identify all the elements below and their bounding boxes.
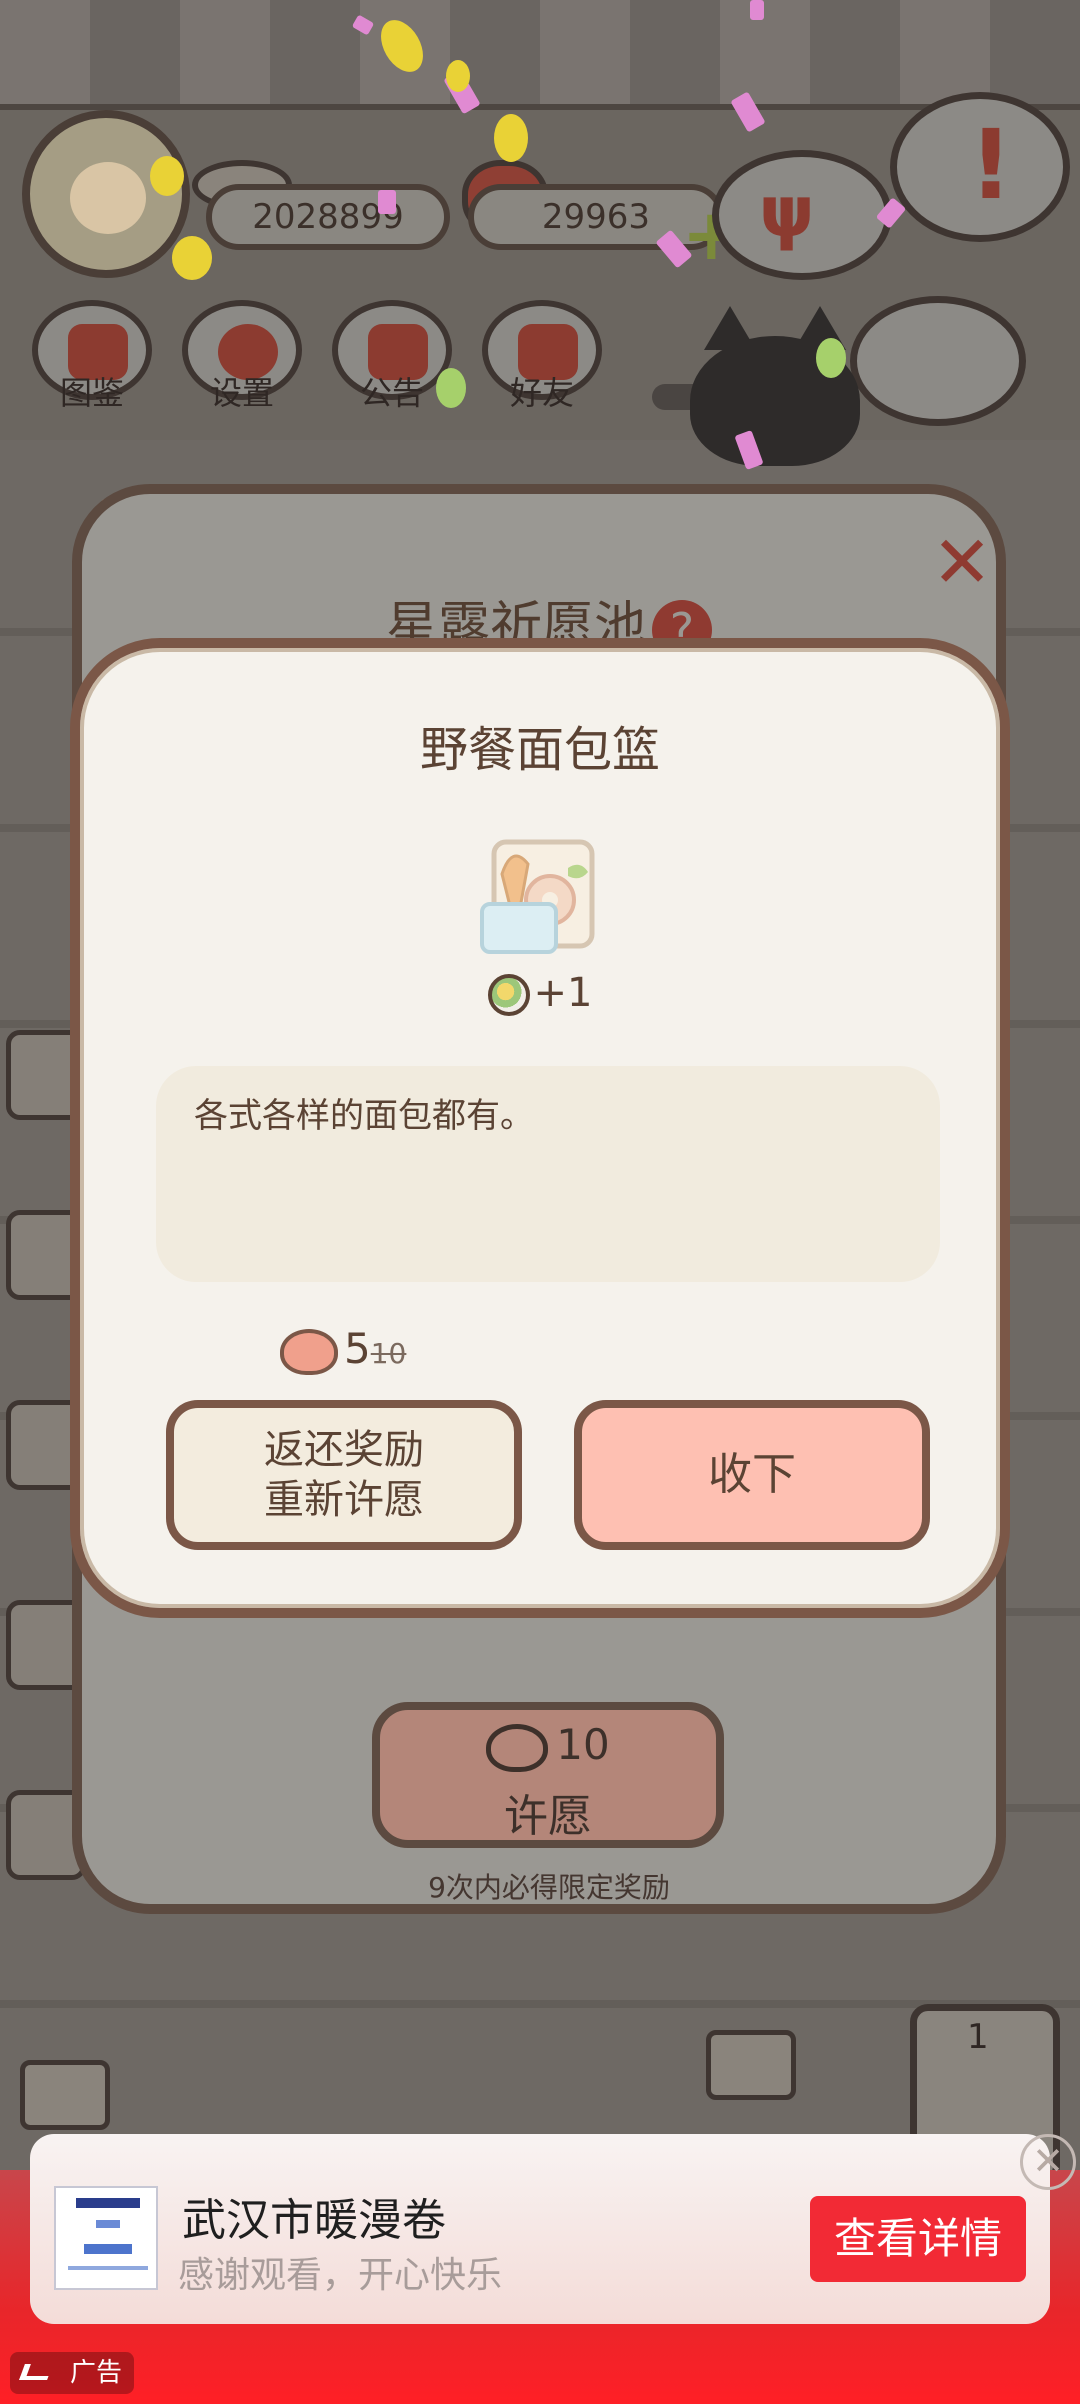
fish-currency-counter: 2028899 xyxy=(206,184,450,250)
confetti-piece xyxy=(150,156,184,196)
confetti-piece xyxy=(172,236,212,280)
return-and-rewish-button[interactable]: 返还奖励 重新许愿 xyxy=(166,1400,522,1550)
restaurant-bubble[interactable]: ψ xyxy=(712,150,892,280)
menu-item-announcement[interactable]: 公告 xyxy=(332,300,452,430)
menu-label: 公告 xyxy=(359,374,424,412)
return-line-2: 重新许愿 xyxy=(264,1477,424,1523)
wish-cost: 10 xyxy=(380,1720,716,1772)
shop-awning xyxy=(0,0,1080,110)
heart-currency-value: 29963 xyxy=(541,197,651,237)
reward-quantity: +1 xyxy=(80,970,1000,1016)
reward-modal: 野餐面包篮 +1 各式各样的面包都有。 510 返还奖励 重新许愿 收下 xyxy=(70,638,1010,1618)
reroll-cost-old: 10 xyxy=(370,1337,407,1370)
reward-quantity-value: +1 xyxy=(533,970,593,1016)
menu-label: 图鉴 xyxy=(59,374,124,412)
ad-thumbnail xyxy=(54,2186,158,2290)
alert-bubble[interactable]: ! xyxy=(890,92,1070,242)
shop-bag-bubble[interactable] xyxy=(850,296,1026,426)
ad-subtitle: 感谢观看，开心快乐 xyxy=(178,2255,503,2296)
ad-card[interactable]: 武汉市暖漫卷 感谢观看，开心快乐 查看详情 xyxy=(30,2134,1050,2324)
menu-item-settings[interactable]: 设置 xyxy=(182,300,302,430)
ad-badge-text: 广告 xyxy=(69,2358,122,2388)
confetti-piece xyxy=(378,190,396,214)
confetti-piece xyxy=(494,114,528,162)
ad-logo-icon xyxy=(19,2364,53,2380)
menu-item-catalog[interactable]: 图鉴 xyxy=(32,300,152,430)
ad-badge: 广告 xyxy=(10,2352,134,2394)
reroll-cost: 510 xyxy=(280,1324,406,1375)
menu-label: 好友 xyxy=(509,374,574,412)
guarantee-hint: 9次内必得限定奖励 xyxy=(428,1871,670,1904)
wish-cost-value: 10 xyxy=(556,1720,610,1769)
menu-label: 设置 xyxy=(209,374,274,412)
reroll-cost-now: 5 xyxy=(344,1324,371,1373)
confetti-piece xyxy=(816,338,846,378)
bread-basket-icon xyxy=(480,839,595,954)
description-box: 各式各样的面包都有。 xyxy=(156,1066,940,1282)
make-wish-button[interactable]: 10 许愿 xyxy=(372,1702,724,1848)
shelf-tile[interactable] xyxy=(706,2030,796,2100)
orb-icon xyxy=(487,974,530,1016)
menu-item-friends[interactable]: 好友 xyxy=(482,300,602,430)
wish-button-label: 许愿 xyxy=(504,1791,592,1842)
reward-title: 野餐面包篮 xyxy=(419,722,660,778)
ad-title: 武汉市暖漫卷 xyxy=(182,2195,446,2246)
fork-knife-icon: ψ xyxy=(759,171,815,253)
elevator-floor: 1 xyxy=(967,2017,989,2057)
avatar-face xyxy=(70,162,146,234)
alert-icon: ! xyxy=(969,109,1013,221)
confetti-piece xyxy=(436,368,466,408)
reward-description: 各式各样的面包都有。 xyxy=(194,1096,534,1136)
confetti-piece xyxy=(446,60,470,92)
accept-reward-button[interactable]: 收下 xyxy=(574,1400,930,1550)
heart-icon xyxy=(486,1723,549,1772)
heart-icon xyxy=(280,1328,338,1375)
heart-shelf-tile[interactable] xyxy=(20,2060,110,2130)
ad-details-button[interactable]: 查看详情 xyxy=(810,2196,1026,2282)
ad-close-icon[interactable]: ✕ xyxy=(1020,2134,1076,2190)
return-line-1: 返还奖励 xyxy=(264,1427,424,1473)
confetti-piece xyxy=(750,0,764,20)
